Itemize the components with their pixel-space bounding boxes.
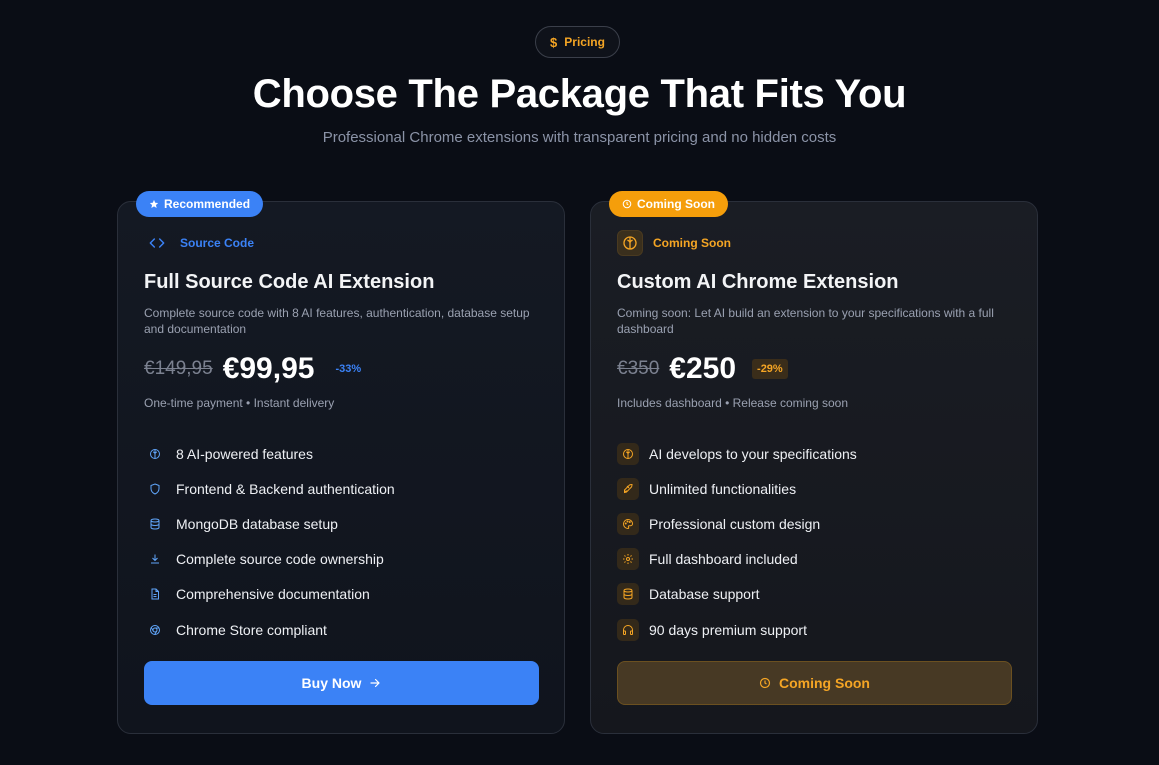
discount-badge: -29% <box>752 359 788 379</box>
current-price: €250 <box>669 352 737 385</box>
coming-soon-badge-label: Coming Soon <box>637 197 715 211</box>
price-row: €350 €250 -29% <box>617 352 788 386</box>
dollar-icon: $ <box>550 34 558 50</box>
price-row: €149,95 €99,95 -33% <box>144 352 366 386</box>
card-description: Coming soon: Let AI build an extension t… <box>617 306 994 336</box>
coming-soon-button-label: Coming Soon <box>779 675 870 691</box>
pricing-card-source-code: Recommended Source Code Full Source Code… <box>117 191 565 734</box>
feature-label: Frontend & Backend authentication <box>176 480 395 497</box>
download-icon <box>144 548 166 570</box>
discount-badge: -33% <box>335 363 362 375</box>
page-title: Choose The Package That Fits You <box>252 72 907 116</box>
brain-icon <box>617 230 643 256</box>
feature-item: Full dashboard included <box>617 542 1017 577</box>
feature-label: Professional custom design <box>649 515 821 532</box>
chrome-icon <box>144 619 166 641</box>
card-title: Custom AI Chrome Extension <box>617 271 899 293</box>
feature-item: Chrome Store compliant <box>144 612 544 647</box>
feature-label: 8 AI-powered features <box>176 445 313 462</box>
arrow-right-icon <box>370 678 381 688</box>
feature-label: Database support <box>649 586 760 603</box>
pricing-pill-label: Pricing <box>564 35 605 49</box>
gear-icon <box>617 548 639 571</box>
clock-icon <box>759 677 771 689</box>
recommended-badge: Recommended <box>136 191 264 217</box>
feature-item: AI develops to your specifications <box>617 436 1017 471</box>
brain-icon <box>144 443 166 465</box>
coming-soon-tag-label: Coming Soon <box>653 236 731 250</box>
database-icon <box>617 583 639 606</box>
palette-icon <box>617 512 639 535</box>
feature-item: Frontend & Backend authentication <box>144 471 544 506</box>
feature-item: Complete source code ownership <box>144 542 544 577</box>
feature-label: Unlimited functionalities <box>649 480 797 497</box>
feature-item: Comprehensive documentation <box>144 577 544 612</box>
rocket-icon <box>617 477 639 500</box>
pricing-pill: $ Pricing <box>535 26 620 58</box>
recommended-badge-label: Recommended <box>164 197 251 211</box>
payment-note: Includes dashboard • Release coming soon <box>617 396 849 410</box>
old-price: €149,95 <box>144 358 213 379</box>
document-icon <box>144 583 166 605</box>
page-subtitle: Professional Chrome extensions with tran… <box>322 129 837 146</box>
old-price: €350 <box>617 358 660 379</box>
current-price: €99,95 <box>222 352 315 385</box>
feature-item: Database support <box>617 577 1017 612</box>
buy-now-button[interactable]: Buy Now <box>144 661 539 705</box>
feature-label: MongoDB database setup <box>176 515 338 532</box>
headphones-icon <box>617 618 639 641</box>
feature-label: Chrome Store compliant <box>176 621 327 638</box>
feature-label: Complete source code ownership <box>176 551 384 568</box>
pricing-card-custom: Coming Soon Coming Soon Custom AI Chrome… <box>590 191 1038 734</box>
feature-label: Full dashboard included <box>649 551 798 568</box>
coming-soon-tag: Coming Soon <box>617 230 731 256</box>
database-icon <box>144 513 166 535</box>
feature-item: 8 AI-powered features <box>144 436 544 471</box>
feature-list: 8 AI-powered features Frontend & Backend… <box>144 436 544 647</box>
source-code-tag-label: Source Code <box>180 236 255 250</box>
star-icon <box>149 199 159 208</box>
feature-item: MongoDB database setup <box>144 506 544 541</box>
source-code-tag: Source Code <box>144 230 254 256</box>
feature-list: AI develops to your specifications Unlim… <box>617 436 1017 647</box>
feature-item: Unlimited functionalities <box>617 471 1017 506</box>
payment-note: One-time payment • Instant delivery <box>144 396 335 410</box>
feature-label: AI develops to your specifications <box>649 445 857 462</box>
coming-soon-button[interactable]: Coming Soon <box>617 661 1012 705</box>
code-icon <box>144 230 170 256</box>
clock-icon <box>622 199 632 209</box>
feature-label: Comprehensive documentation <box>176 586 370 603</box>
feature-label: 90 days premium support <box>649 621 807 638</box>
card-title: Full Source Code AI Extension <box>144 271 435 293</box>
coming-soon-badge: Coming Soon <box>609 191 728 217</box>
buy-now-label: Buy Now <box>301 675 362 691</box>
brain-icon <box>617 442 639 465</box>
feature-item: 90 days premium support <box>617 612 1017 647</box>
feature-item: Professional custom design <box>617 506 1017 541</box>
card-description: Complete source code with 8 AI features,… <box>144 306 530 336</box>
shield-icon <box>144 478 166 500</box>
